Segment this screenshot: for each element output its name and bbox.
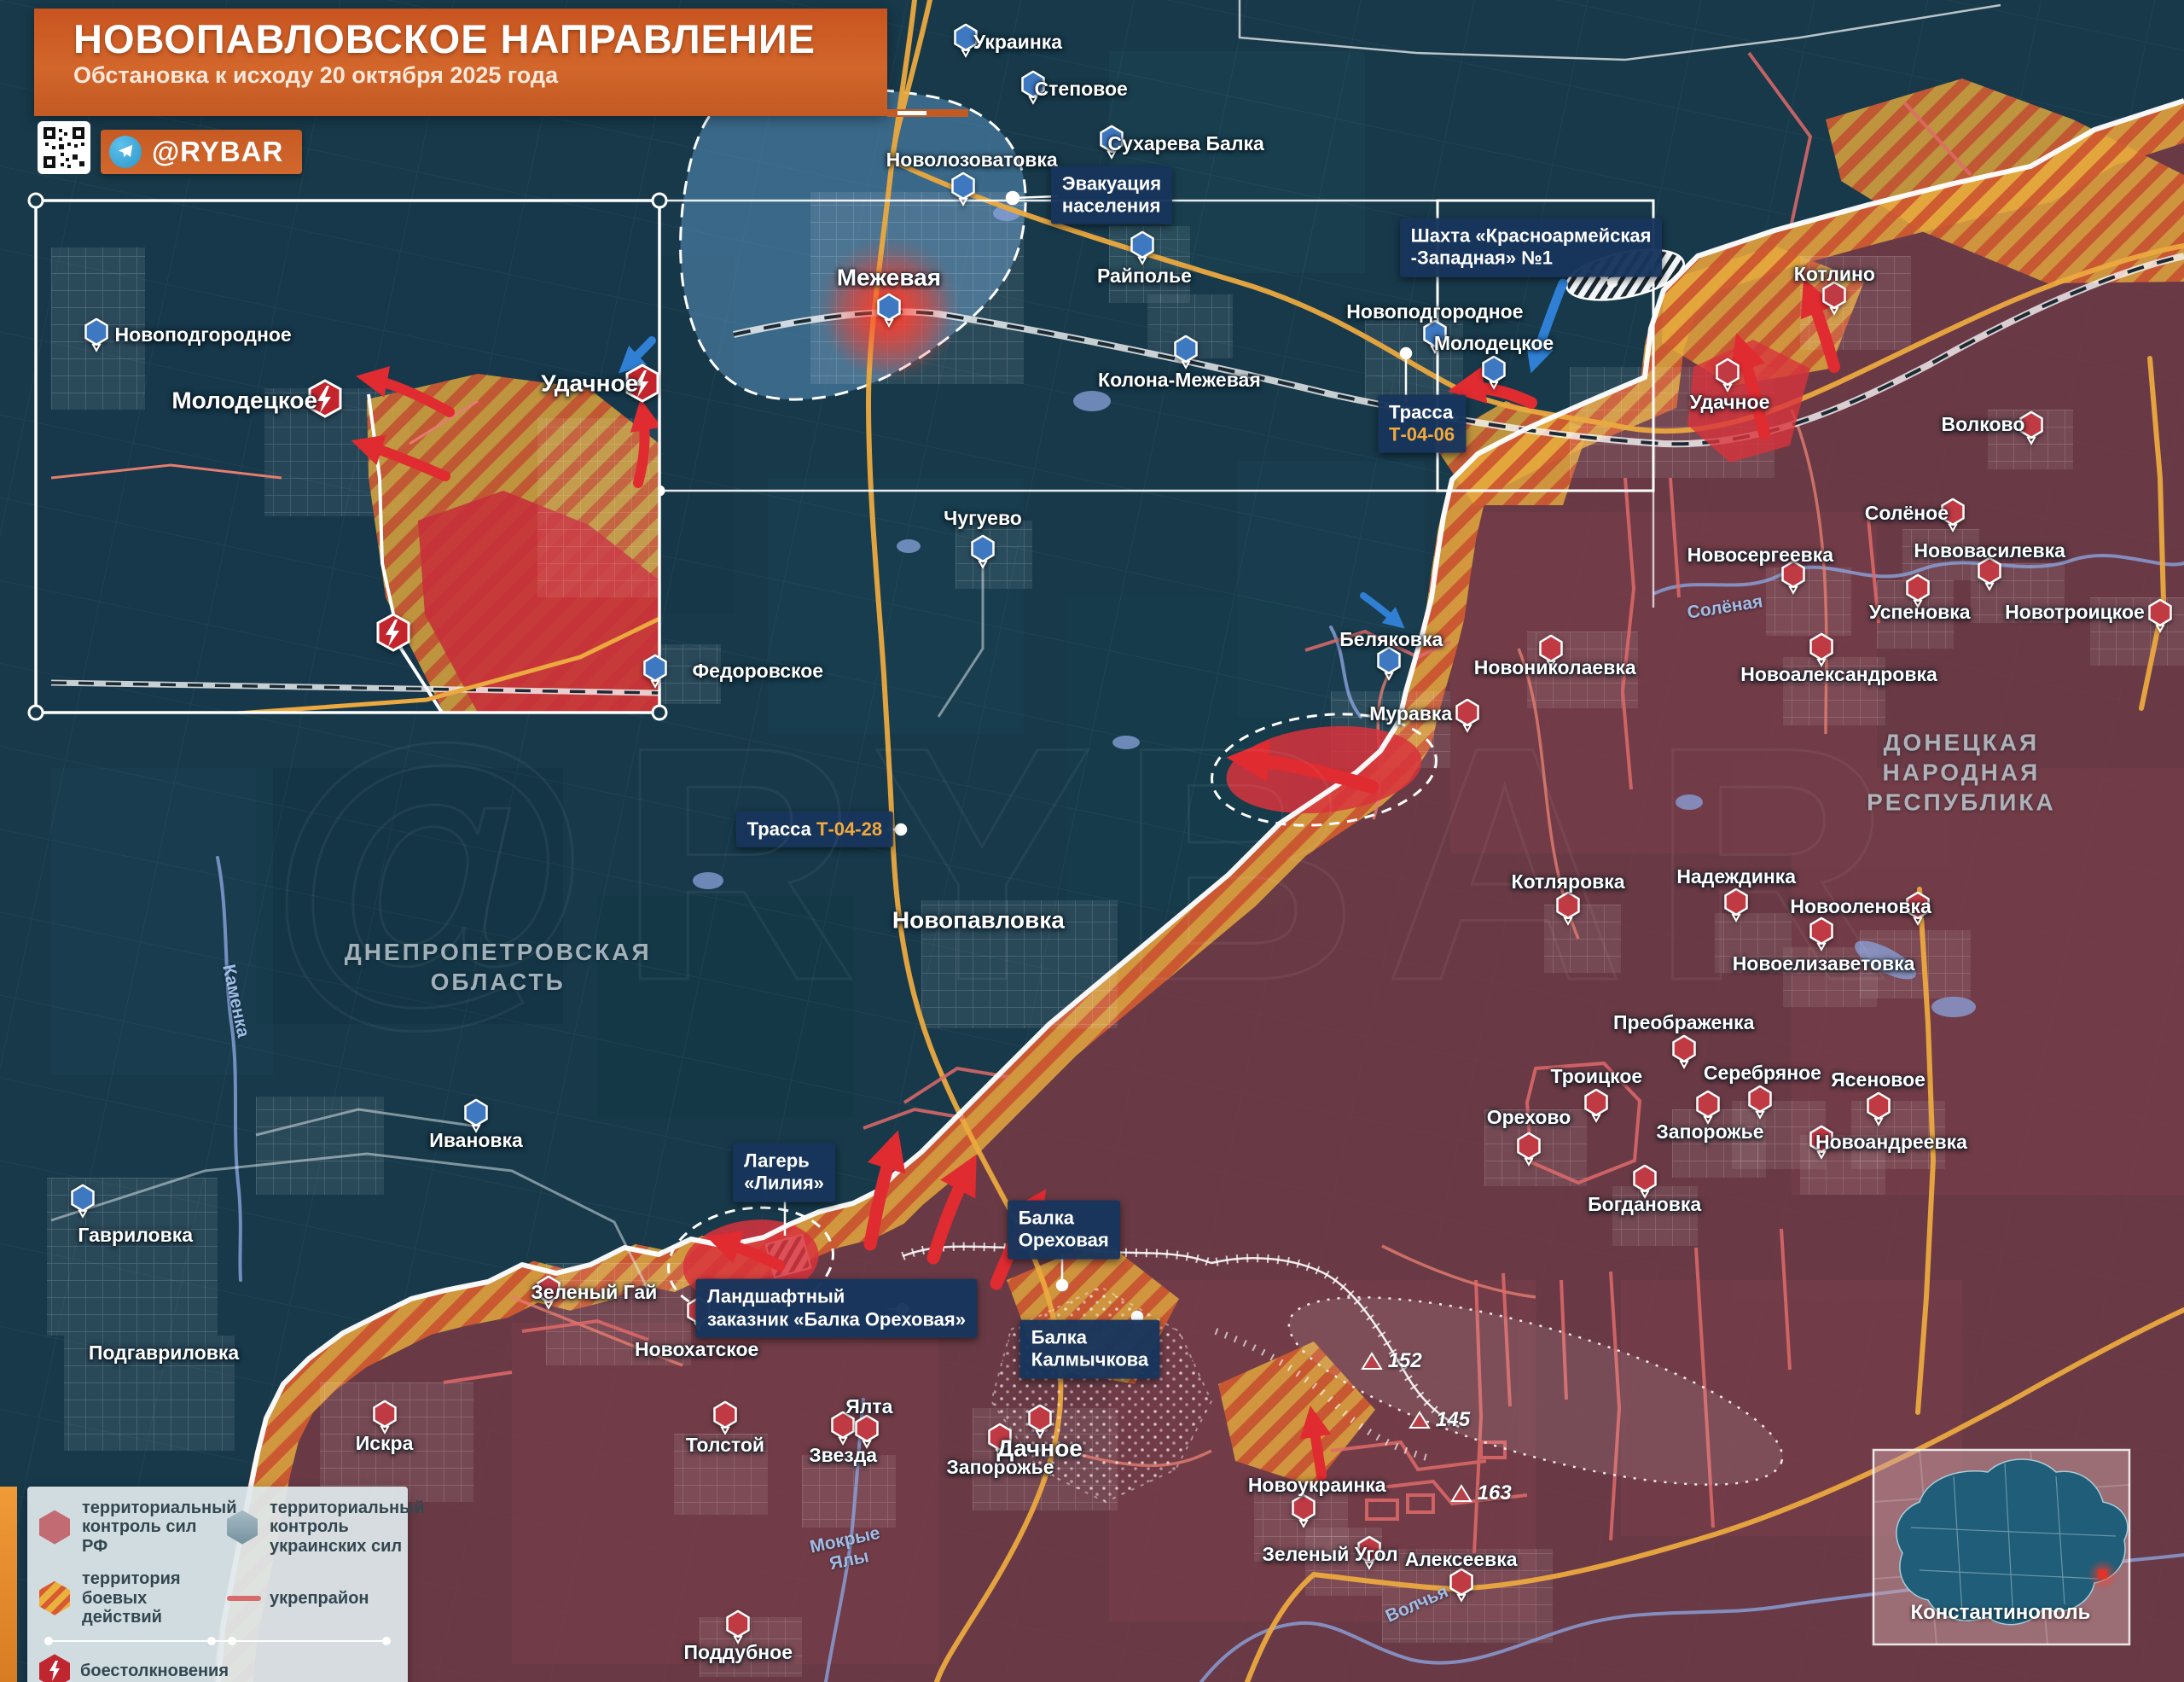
legend-label-fortline: укрепрайон — [270, 1588, 369, 1608]
legend-label-battle: территория боевых действий — [82, 1569, 181, 1627]
map-legend: территориальный контроль сил РФ территор… — [27, 1487, 424, 1682]
qr-code-icon — [38, 121, 90, 174]
title-strip-dash — [897, 111, 926, 115]
map-title: НОВОПАВЛОВСКОЕ НАПРАВЛЕНИЕ — [73, 16, 816, 61]
legend-label-ua: территориальный контроль украинских сил — [270, 1499, 425, 1556]
legend-rf-hex-icon — [39, 1510, 70, 1545]
map-subtitle: Обстановка к исходу 20 октября 2025 года — [73, 62, 559, 88]
mini-map-label: Константинополь — [1910, 1601, 2091, 1625]
legend-divider — [44, 1637, 391, 1646]
legend-battle-hex-icon — [39, 1580, 70, 1615]
map-stage: @RYBAR УкраинкаСтеповоеСухарева БалкаНов… — [0, 0, 2184, 1682]
rybar-badge: @RYBAR — [101, 130, 303, 174]
telegram-icon — [109, 136, 142, 168]
legend-fortline-icon — [227, 1595, 261, 1601]
inset-map — [36, 201, 659, 713]
legend-accent-bar — [0, 1487, 17, 1682]
legend-label-clash: боестолкновения — [80, 1662, 229, 1681]
title-strip — [887, 109, 968, 117]
rybar-channel: @RYBAR — [152, 136, 284, 167]
title-banner: НОВОПАВЛОВСКОЕ НАПРАВЛЕНИЕ Обстановка к … — [34, 9, 887, 116]
legend-clash-hex-icon — [39, 1654, 70, 1682]
map-artwork — [0, 0, 2184, 1682]
legend-label-rf: территориальный контроль сил РФ — [82, 1499, 237, 1556]
